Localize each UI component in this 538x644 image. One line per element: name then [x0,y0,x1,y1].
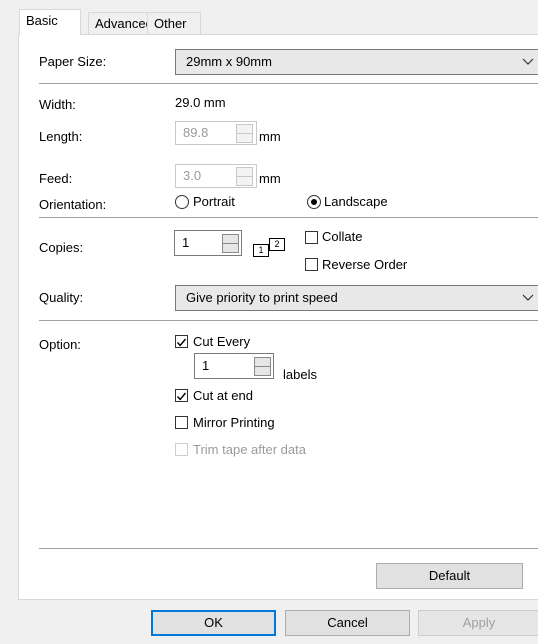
option-label: Option: [39,337,81,352]
cut-every-spinbox[interactable]: 1 [194,353,274,379]
checkmark-icon [176,338,187,347]
length-spin-buttons[interactable] [236,124,253,143]
feed-spin-buttons[interactable] [236,167,253,186]
spin-down-icon[interactable] [236,176,253,186]
paper-size-value: 29mm x 90mm [186,54,272,69]
trim-tape-label: Trim tape after data [193,442,306,457]
collate-checkbox[interactable] [305,231,318,244]
quality-select[interactable]: Give priority to print speed [175,285,538,311]
paper-size-label: Paper Size: [39,54,107,69]
quality-label: Quality: [39,290,84,305]
collate-page-icon: 1 [253,244,269,257]
chevron-down-icon [522,294,534,301]
mirror-printing-checkbox[interactable] [175,416,188,429]
apply-button[interactable]: Apply [418,610,538,636]
basic-tab-panel: Paper Size: 29mm x 90mm Width: 29.0 mm L… [18,34,538,600]
separator [39,217,538,218]
collate-page-icon: 2 [269,238,285,251]
separator [39,83,538,84]
cut-at-end-label[interactable]: Cut at end [193,388,253,403]
length-label: Length: [39,129,83,144]
spin-down-icon[interactable] [222,243,239,253]
trim-tape-checkbox [175,443,188,456]
paper-size-select[interactable]: 29mm x 90mm [175,49,538,75]
mirror-printing-label[interactable]: Mirror Printing [193,415,275,430]
spin-down-icon[interactable] [254,366,271,376]
cut-at-end-checkbox[interactable] [175,389,188,402]
width-value: 29.0 mm [175,95,226,110]
checkmark-icon [176,392,187,401]
reverse-order-label[interactable]: Reverse Order [322,257,407,272]
default-button[interactable]: Default [376,563,523,589]
landscape-radio[interactable] [307,195,321,209]
cut-every-checkbox[interactable] [175,335,188,348]
portrait-radio[interactable] [175,195,189,209]
feed-unit: mm [259,171,281,186]
labels-unit: labels [283,367,317,382]
cut-every-value: 1 [202,358,210,373]
length-spinbox[interactable]: 89.8 [175,121,257,145]
copies-spin-buttons[interactable] [222,234,239,253]
copies-label: Copies: [39,240,84,255]
tab-basic[interactable]: Basic [19,9,81,35]
length-value: 89.8 [183,125,209,140]
collate-label[interactable]: Collate [322,229,362,244]
copies-spinbox[interactable]: 1 [174,230,242,256]
copies-value: 1 [182,235,190,250]
feed-label: Feed: [39,171,73,186]
feed-spinbox[interactable]: 3.0 [175,164,257,188]
length-unit: mm [259,129,281,144]
cut-every-label[interactable]: Cut Every [193,334,250,349]
width-label: Width: [39,97,76,112]
portrait-label[interactable]: Portrait [193,194,235,209]
orientation-label: Orientation: [39,197,107,212]
landscape-label[interactable]: Landscape [324,194,388,209]
chevron-down-icon [522,58,534,65]
quality-value: Give priority to print speed [186,290,338,305]
ok-button[interactable]: OK [151,610,276,636]
reverse-order-checkbox[interactable] [305,258,318,271]
separator [39,548,538,549]
separator [39,320,538,321]
cancel-button[interactable]: Cancel [285,610,410,636]
tab-other[interactable]: Other [147,12,201,34]
spin-down-icon[interactable] [236,133,253,143]
cut-every-spin-buttons[interactable] [254,357,271,376]
feed-value: 3.0 [183,168,202,183]
